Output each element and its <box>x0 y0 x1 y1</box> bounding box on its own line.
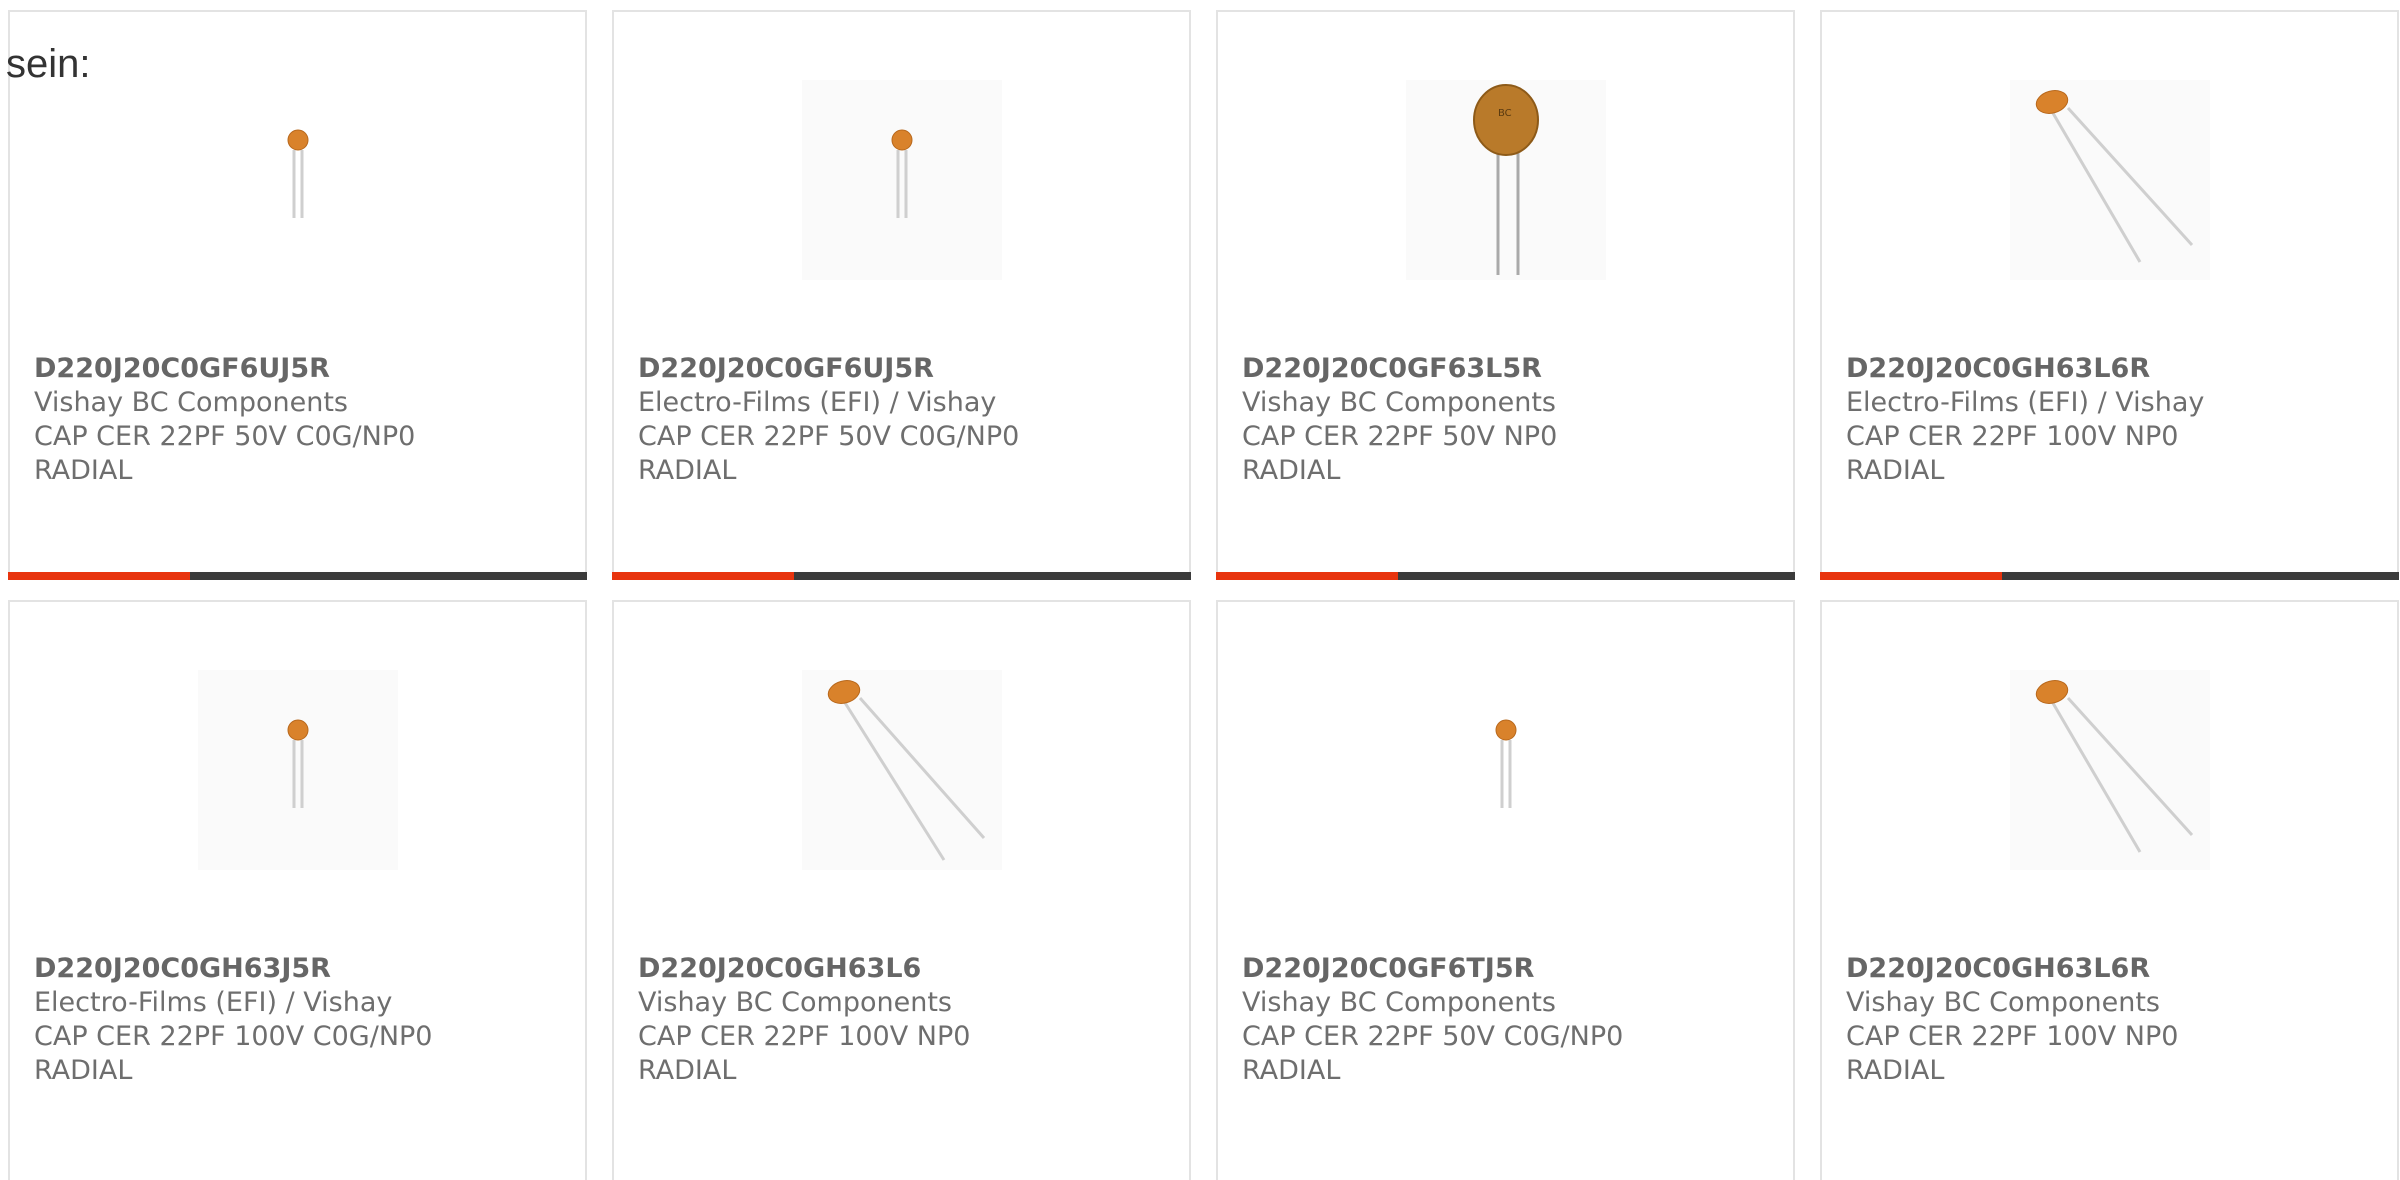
card-footer-bar <box>1216 572 1795 580</box>
product-card[interactable]: D220J20C0GH63L6 Vishay BC Components CAP… <box>612 600 1191 1180</box>
manufacturer-text: Vishay BC Components <box>1242 387 1556 418</box>
capacitor-small-upright-icon <box>1495 719 1516 808</box>
capacitor-angled-icon <box>2035 90 2193 263</box>
description-text: CAP CER 22PF 100V NP0 RADIAL <box>1846 1021 2179 1086</box>
description-text: CAP CER 22PF 100V NP0 RADIAL <box>1846 421 2179 486</box>
part-number-link[interactable]: D220J20C0GF6TJ5R <box>1242 952 1769 986</box>
capacitor-small-upright-icon <box>287 129 308 218</box>
manufacturer-text: Electro-Films (EFI) / Vishay <box>34 987 393 1018</box>
description-text: CAP CER 22PF 50V C0G/NP0 RADIAL <box>638 421 1020 486</box>
manufacturer-text: Electro-Films (EFI) / Vishay <box>1846 387 2205 418</box>
product-card[interactable]: D220J20C0GH63J5R Electro-Films (EFI) / V… <box>8 600 587 1180</box>
product-image[interactable] <box>2009 670 2210 870</box>
capacitor-small-upright-icon <box>287 719 308 808</box>
card-footer-accent <box>1216 572 1398 580</box>
description-text: CAP CER 22PF 50V C0G/NP0 RADIAL <box>1242 1021 1624 1086</box>
description-text: CAP CER 22PF 100V NP0 RADIAL <box>638 1021 971 1086</box>
part-number-link[interactable]: D220J20C0GH63L6R <box>1846 352 2373 386</box>
manufacturer-text: Vishay BC Components <box>34 387 348 418</box>
capacitor-angled-icon <box>2035 680 2193 853</box>
capacitor-disc-large-icon: BC <box>1472 84 1539 275</box>
card-footer-accent <box>8 572 190 580</box>
product-info: D220J20C0GF6UJ5R Electro-Films (EFI) / V… <box>638 352 1165 488</box>
description-text: CAP CER 22PF 100V C0G/NP0 RADIAL <box>34 1021 433 1086</box>
description-text: CAP CER 22PF 50V NP0 RADIAL <box>1242 421 1558 486</box>
part-number-link[interactable]: D220J20C0GH63L6R <box>1846 952 2373 986</box>
card-footer-bar <box>612 572 1191 580</box>
product-info: D220J20C0GF63L5R Vishay BC Components CA… <box>1242 352 1769 488</box>
product-image[interactable] <box>197 80 398 280</box>
manufacturer-text: Electro-Films (EFI) / Vishay <box>638 387 997 418</box>
product-card[interactable]: BC D220J20C0GF63L5R Vishay BC Components… <box>1216 10 1795 580</box>
manufacturer-text: Vishay BC Components <box>1242 987 1556 1018</box>
product-info: D220J20C0GH63L6R Electro-Films (EFI) / V… <box>1846 352 2373 488</box>
card-footer-accent <box>612 572 794 580</box>
capacitor-small-upright-icon <box>891 129 912 218</box>
part-number-link[interactable]: D220J20C0GF6UJ5R <box>34 352 561 386</box>
product-info: D220J20C0GF6TJ5R Vishay BC Components CA… <box>1242 952 1769 1088</box>
product-grid: D220J20C0GF6UJ5R Vishay BC Components CA… <box>8 10 2400 1180</box>
part-number-link[interactable]: D220J20C0GH63L6 <box>638 952 1165 986</box>
intro-text: sein: <box>6 42 91 86</box>
part-number-link[interactable]: D220J20C0GF63L5R <box>1242 352 1769 386</box>
product-image[interactable] <box>2009 80 2210 280</box>
manufacturer-text: Vishay BC Components <box>1846 987 2160 1018</box>
product-card[interactable]: D220J20C0GF6UJ5R Electro-Films (EFI) / V… <box>612 10 1191 580</box>
card-footer-bar <box>1820 572 2399 580</box>
product-image[interactable] <box>801 670 1002 870</box>
product-info: D220J20C0GH63L6R Vishay BC Components CA… <box>1846 952 2373 1088</box>
part-number-link[interactable]: D220J20C0GF6UJ5R <box>638 352 1165 386</box>
card-footer-accent <box>1820 572 2002 580</box>
part-number-link[interactable]: D220J20C0GH63J5R <box>34 952 561 986</box>
product-card[interactable]: D220J20C0GF6TJ5R Vishay BC Components CA… <box>1216 600 1795 1180</box>
product-image[interactable] <box>801 80 1002 280</box>
product-image[interactable]: BC <box>1405 80 1606 280</box>
product-info: D220J20C0GF6UJ5R Vishay BC Components CA… <box>34 352 561 488</box>
product-image[interactable] <box>1405 670 1606 870</box>
description-text: CAP CER 22PF 50V C0G/NP0 RADIAL <box>34 421 416 486</box>
product-card[interactable]: D220J20C0GH63L6R Vishay BC Components CA… <box>1820 600 2399 1180</box>
product-card[interactable]: D220J20C0GF6UJ5R Vishay BC Components CA… <box>8 10 587 580</box>
product-info: D220J20C0GH63L6 Vishay BC Components CAP… <box>638 952 1165 1088</box>
svg-text:BC: BC <box>1498 108 1512 119</box>
capacitor-angled-icon <box>827 680 985 861</box>
product-card[interactable]: D220J20C0GH63L6R Electro-Films (EFI) / V… <box>1820 10 2399 580</box>
manufacturer-text: Vishay BC Components <box>638 987 952 1018</box>
product-info: D220J20C0GH63J5R Electro-Films (EFI) / V… <box>34 952 561 1088</box>
card-footer-bar <box>8 572 587 580</box>
product-image[interactable] <box>197 670 398 870</box>
